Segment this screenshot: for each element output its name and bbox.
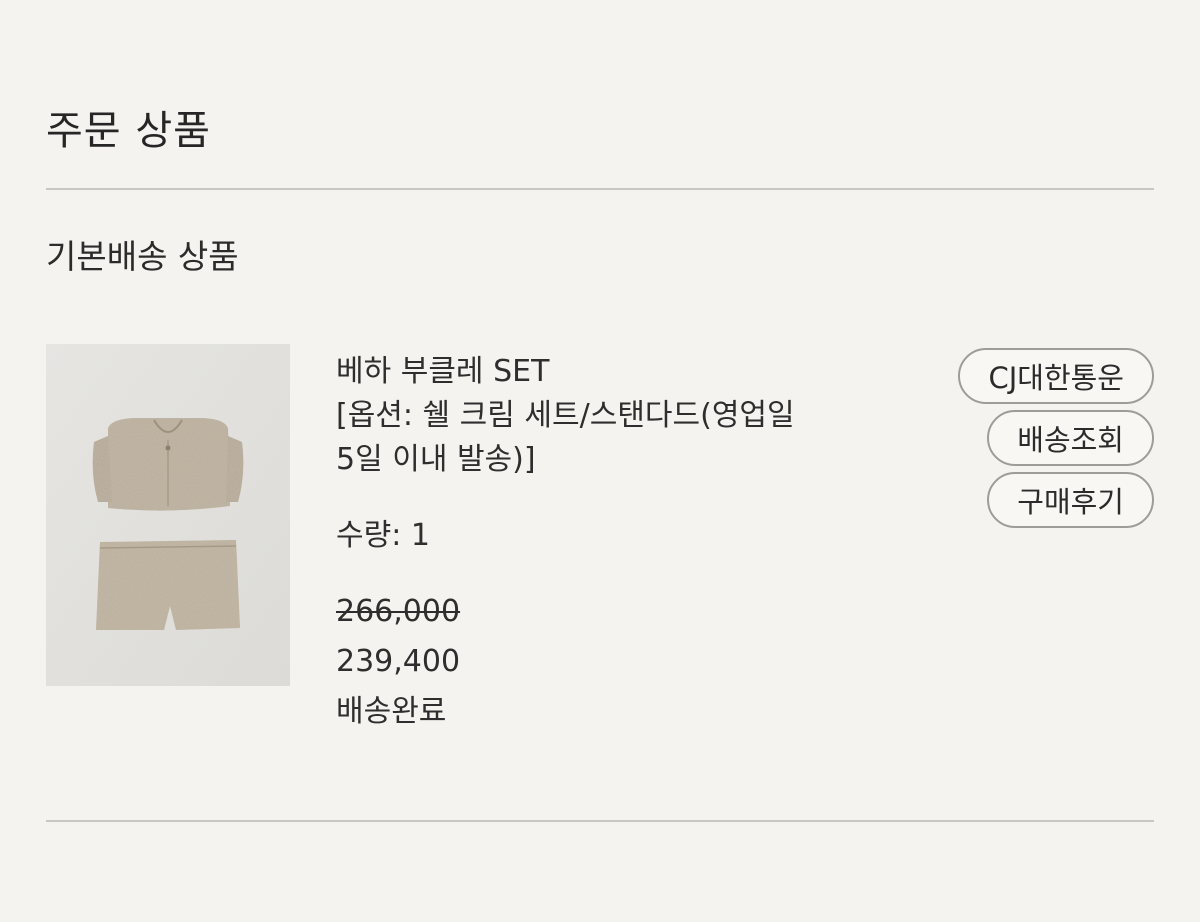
- product-name[interactable]: 베하 부클레 SET: [336, 350, 896, 394]
- quantity: 수량: 1: [336, 518, 430, 553]
- write-review-button[interactable]: 구매후기: [987, 472, 1154, 528]
- courier-button[interactable]: CJ대한통운: [958, 348, 1154, 404]
- order-items-page: 주문 상품 기본배송 상품 베하 부클레 SET [옵션: 쉘 크림 세트/스탠…: [0, 0, 1200, 922]
- product-thumbnail[interactable]: [46, 344, 290, 686]
- sale-price: 239,400: [336, 644, 461, 679]
- divider: [46, 820, 1154, 822]
- divider: [46, 188, 1154, 190]
- product-option: [옵션: 쉘 크림 세트/스탠다드(영업일: [336, 398, 795, 433]
- track-delivery-button[interactable]: 배송조회: [987, 410, 1154, 466]
- product-option-cont: 5일 이내 발송)]: [336, 442, 536, 477]
- product-image: [46, 344, 290, 686]
- original-price: 266,000: [336, 594, 461, 629]
- page-title: 주문 상품: [46, 108, 211, 154]
- group-title: 기본배송 상품: [46, 237, 239, 276]
- product-info: 베하 부클레 SET [옵션: 쉘 크림 세트/스탠다드(영업일 5일 이내 발…: [336, 350, 896, 734]
- order-actions: CJ대한통운 배송조회 구매후기: [958, 348, 1154, 528]
- delivery-status: 배송완료: [336, 694, 447, 729]
